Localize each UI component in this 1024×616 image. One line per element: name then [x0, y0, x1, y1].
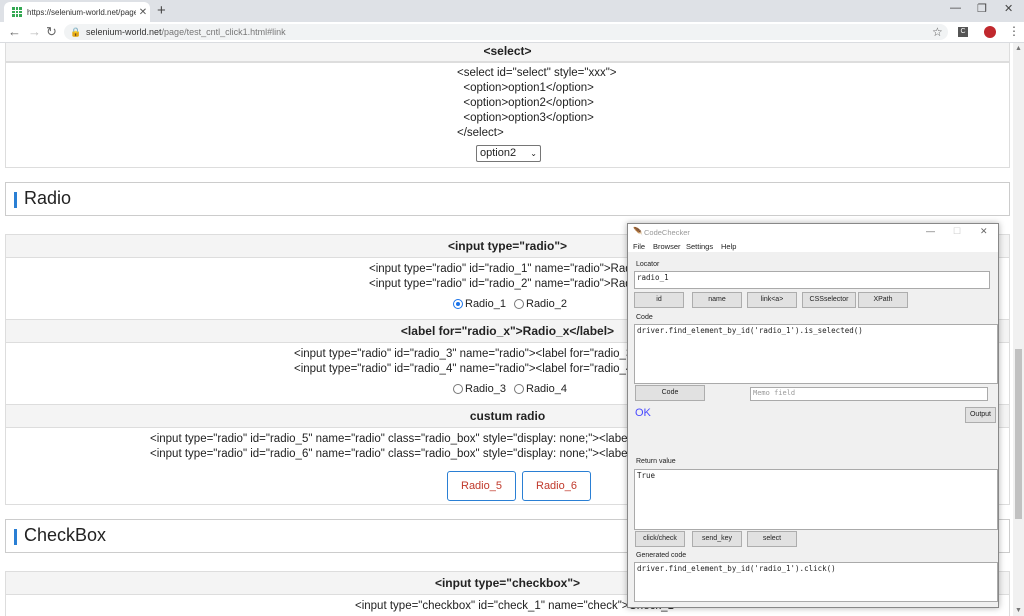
scroll-up-icon[interactable]: ▲: [1015, 45, 1022, 52]
generated-code-label: Generated code: [636, 552, 687, 559]
window-close-icon[interactable]: ✕: [1004, 2, 1013, 15]
tab-title: https://selenium-world.net/page: [27, 7, 136, 17]
scroll-down-icon[interactable]: ▼: [1015, 607, 1022, 614]
radio-option-3[interactable]: Radio_3: [453, 383, 506, 395]
url-host: selenium-world.net: [86, 27, 162, 37]
url-path: /page/test_cntl_click1.html#link: [161, 27, 286, 37]
radio-5-button[interactable]: Radio_5: [447, 471, 516, 501]
link-button[interactable]: link<a>: [747, 292, 797, 308]
radio-code-line: <input type="radio" id="radio_1" name="r…: [369, 263, 641, 275]
output-button[interactable]: Output: [965, 407, 996, 423]
menu-settings[interactable]: Settings: [686, 242, 713, 251]
section-marker: [14, 192, 17, 208]
minimize-icon[interactable]: —: [950, 2, 961, 14]
lock-icon: 🔒: [70, 27, 82, 37]
back-icon[interactable]: ←: [8, 24, 21, 39]
radio-unchecked-icon[interactable]: [514, 299, 524, 309]
radio-code-line: <input type="radio" id="radio_5" name="r…: [150, 433, 643, 445]
radio-code-line: <input type="radio" id="radio_4" name="r…: [294, 363, 637, 375]
close-icon[interactable]: ✕: [980, 226, 988, 237]
minimize-icon[interactable]: —: [926, 226, 935, 236]
scroll-thumb[interactable]: [1015, 349, 1022, 519]
radio-section-heading: Radio: [5, 182, 1010, 216]
return-value-label: Return value: [636, 458, 676, 465]
tab-close-icon[interactable]: ✕: [136, 7, 150, 18]
code-label: Code: [636, 314, 653, 321]
radio-unchecked-icon[interactable]: [453, 384, 463, 394]
new-tab-button[interactable]: +: [157, 2, 166, 19]
radio-option-2[interactable]: Radio_2: [514, 298, 567, 310]
extension-icon[interactable]: C: [958, 27, 968, 37]
window-title: CodeChecker: [644, 228, 690, 237]
feather-icon: 🪶: [633, 227, 643, 236]
select-button[interactable]: select: [747, 531, 797, 547]
chevron-down-icon: ⌄: [530, 149, 537, 158]
code-textarea[interactable]: driver.find_element_by_id('radio_1').is_…: [634, 324, 998, 384]
forward-icon[interactable]: →: [28, 24, 41, 39]
maximize-icon[interactable]: ☐: [953, 226, 961, 237]
menu-help[interactable]: Help: [721, 242, 736, 251]
select-code: <select id="select" style="xxx"> <option…: [457, 67, 617, 139]
section-title: CheckBox: [24, 525, 107, 545]
menu-bar: File Browser Settings Help: [628, 240, 998, 252]
radio-code-line: <input type="radio" id="radio_3" name="r…: [294, 348, 637, 360]
generated-code-textarea[interactable]: driver.find_element_by_id('radio_1').cli…: [634, 562, 998, 602]
menu-file[interactable]: File: [633, 242, 645, 251]
address-bar[interactable]: 🔒 selenium-world.net/page/test_cntl_clic…: [64, 24, 948, 40]
cssselector-button[interactable]: CSSselector: [802, 292, 856, 308]
radio-checked-icon[interactable]: [453, 299, 463, 309]
profile-icon[interactable]: [984, 26, 996, 38]
name-button[interactable]: name: [692, 292, 742, 308]
page-scrollbar[interactable]: ▲ ▼: [1013, 43, 1024, 616]
radio-option-4[interactable]: Radio_4: [514, 383, 567, 395]
section-title: Radio: [24, 188, 72, 208]
radio-6-button[interactable]: Radio_6: [522, 471, 591, 501]
browser-tab[interactable]: https://selenium-world.net/page ✕: [4, 2, 150, 22]
star-icon[interactable]: ☆: [932, 25, 943, 39]
menu-icon[interactable]: ⋮: [1008, 24, 1020, 38]
memo-field[interactable]: Memo field: [750, 387, 988, 401]
select-header: <select>: [5, 43, 1010, 63]
codechecker-titlebar: 🪶 CodeChecker — ☐ ✕: [628, 224, 998, 240]
menu-browser[interactable]: Browser: [653, 242, 681, 251]
radio-code-line: <input type="radio" id="radio_2" name="r…: [369, 278, 641, 290]
site-favicon-icon: [12, 7, 22, 17]
click-check-button[interactable]: click/check: [635, 531, 685, 547]
locator-label: Locator: [636, 261, 660, 268]
locator-input[interactable]: radio_1: [634, 271, 990, 289]
radio-unchecked-icon[interactable]: [514, 384, 524, 394]
xpath-button[interactable]: XPath: [858, 292, 908, 308]
restore-icon[interactable]: ❐: [977, 2, 987, 15]
send-key-button[interactable]: send_key: [692, 531, 742, 547]
code-button[interactable]: Code: [635, 385, 705, 401]
status-ok: OK: [635, 407, 651, 419]
codechecker-window: 🪶 CodeChecker — ☐ ✕ File Browser Setting…: [627, 223, 999, 608]
return-value-textarea[interactable]: True: [634, 469, 998, 530]
option-select[interactable]: option2 ⌄: [476, 145, 541, 162]
id-button[interactable]: id: [634, 292, 684, 308]
tab-strip: https://selenium-world.net/page ✕ + — ❐ …: [0, 0, 1024, 22]
reload-icon[interactable]: ↻: [46, 24, 57, 40]
radio-option-1[interactable]: Radio_1: [453, 298, 506, 310]
radio-code-line: <input type="radio" id="radio_6" name="r…: [150, 448, 643, 460]
address-toolbar: ← → ↻ 🔒 selenium-world.net/page/test_cnt…: [0, 22, 1024, 43]
section-marker: [14, 529, 17, 545]
